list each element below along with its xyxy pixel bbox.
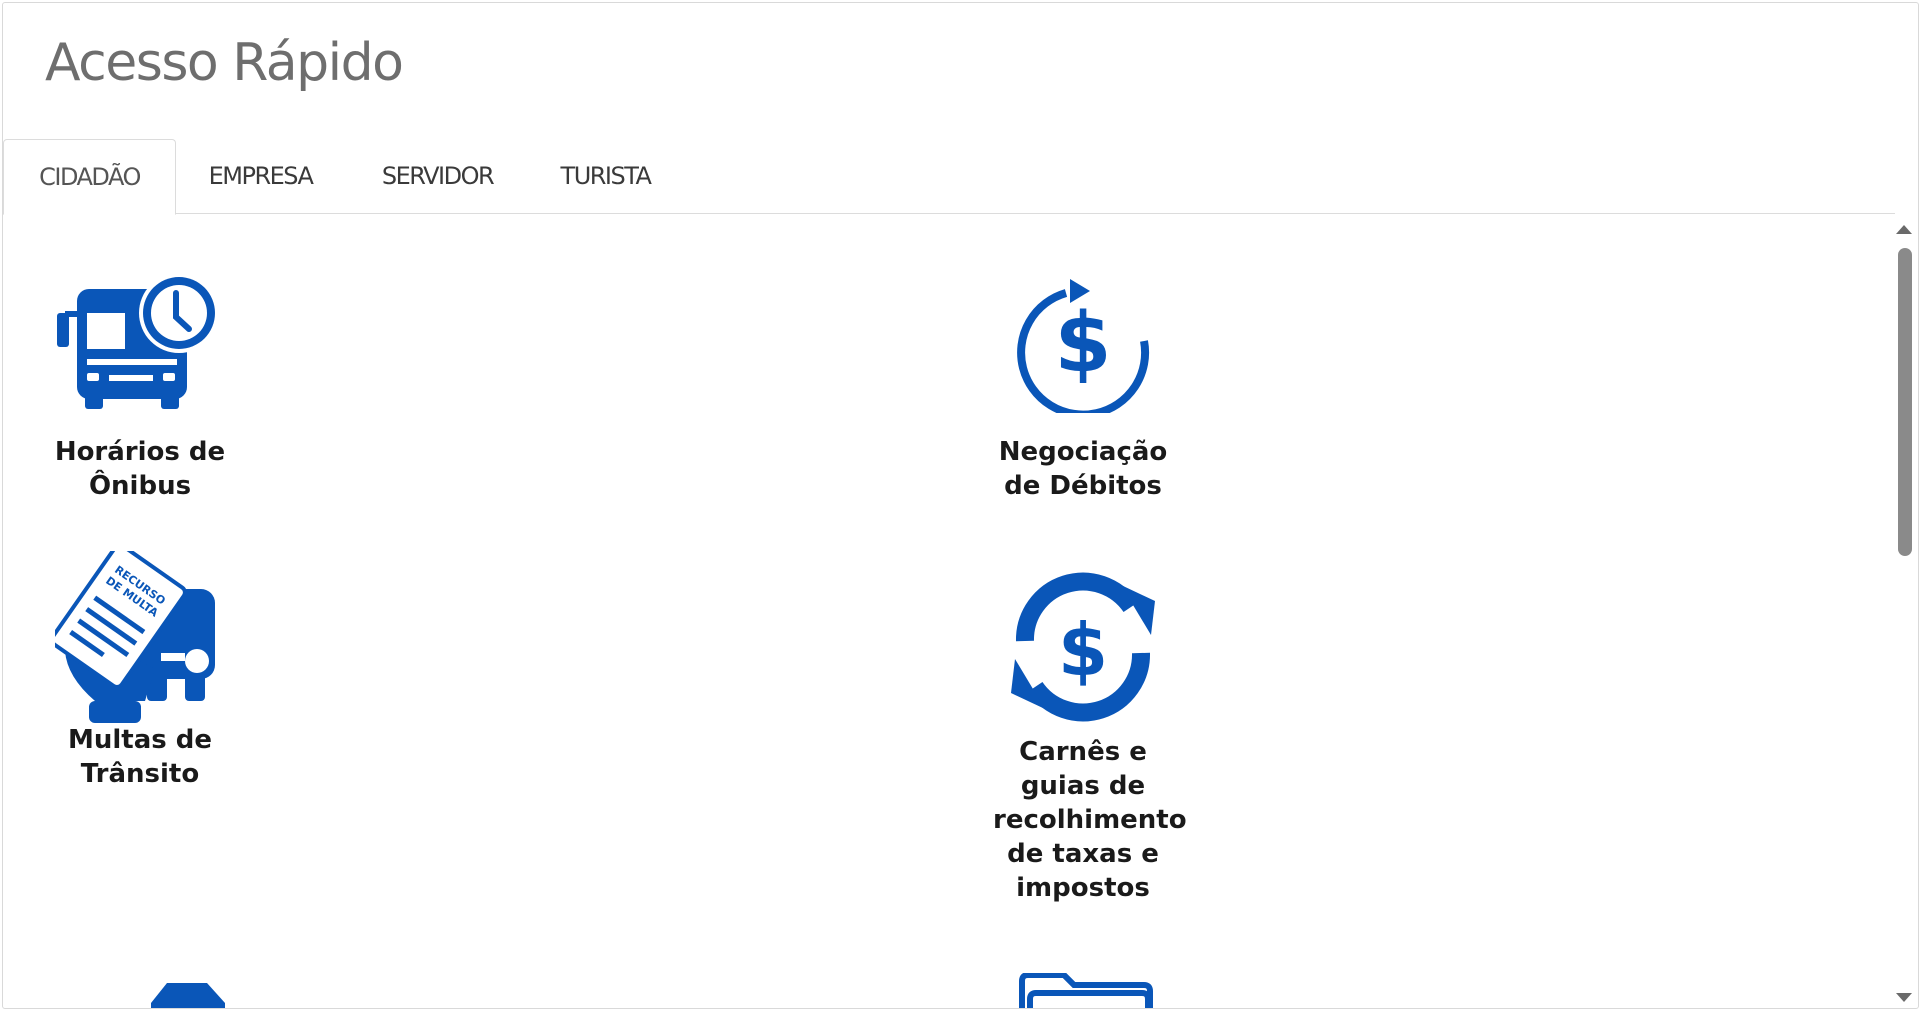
dollar-exchange-icon: $: [1011, 572, 1155, 722]
svg-text:$: $: [1058, 608, 1108, 692]
page-title: Acesso Rápido: [45, 33, 404, 93]
tab-cidadao[interactable]: CIDADÃO: [3, 139, 176, 215]
tab-bar: CIDADÃO EMPRESA SERVIDOR TURISTA: [3, 139, 1895, 215]
tile-multas-transito[interactable]: RECURSO DE MULTA Multas de Trânsito: [40, 551, 240, 791]
dollar-cycle-icon: $: [1017, 279, 1150, 413]
tab-turista[interactable]: TURISTA: [543, 139, 668, 214]
tab-content: Horários de Ônibus $ Negociação de Débit…: [3, 215, 1895, 1008]
tile-carnes-guias[interactable]: $ Carnês e guias de recolhimento de taxa…: [983, 567, 1187, 905]
tile-label: Negociação de Débitos: [998, 437, 1168, 501]
quick-access-panel: Acesso Rápido CIDADÃO EMPRESA SERVIDOR T…: [2, 2, 1919, 1009]
tile-partial-building[interactable]: [40, 983, 240, 1008]
scrollbar-thumb[interactable]: [1898, 248, 1912, 556]
tile-label: Horários de Ônibus: [54, 437, 226, 501]
scroll-up-arrow-icon[interactable]: [1896, 225, 1912, 234]
tile-label: Carnês e guias de recolhimento de taxas …: [993, 737, 1187, 903]
tile-label: Multas de Trânsito: [67, 725, 213, 789]
traffic-fine-appeal-icon: RECURSO DE MULTA: [55, 551, 215, 723]
tab-empresa[interactable]: EMPRESA: [188, 139, 333, 214]
tab-servidor[interactable]: SERVIDOR: [365, 139, 510, 214]
folder-icon: [1019, 973, 1153, 1008]
tile-horarios-onibus[interactable]: Horários de Ônibus: [40, 273, 240, 503]
svg-text:$: $: [1054, 296, 1111, 391]
building-icon: [151, 983, 225, 1008]
vertical-scrollbar[interactable]: [1892, 215, 1916, 1008]
bus-clock-icon: [57, 273, 219, 409]
tile-partial-folder[interactable]: [983, 973, 1183, 1008]
scroll-down-arrow-icon[interactable]: [1896, 993, 1912, 1002]
tile-negociacao-debitos[interactable]: $ Negociação de Débitos: [983, 273, 1183, 503]
